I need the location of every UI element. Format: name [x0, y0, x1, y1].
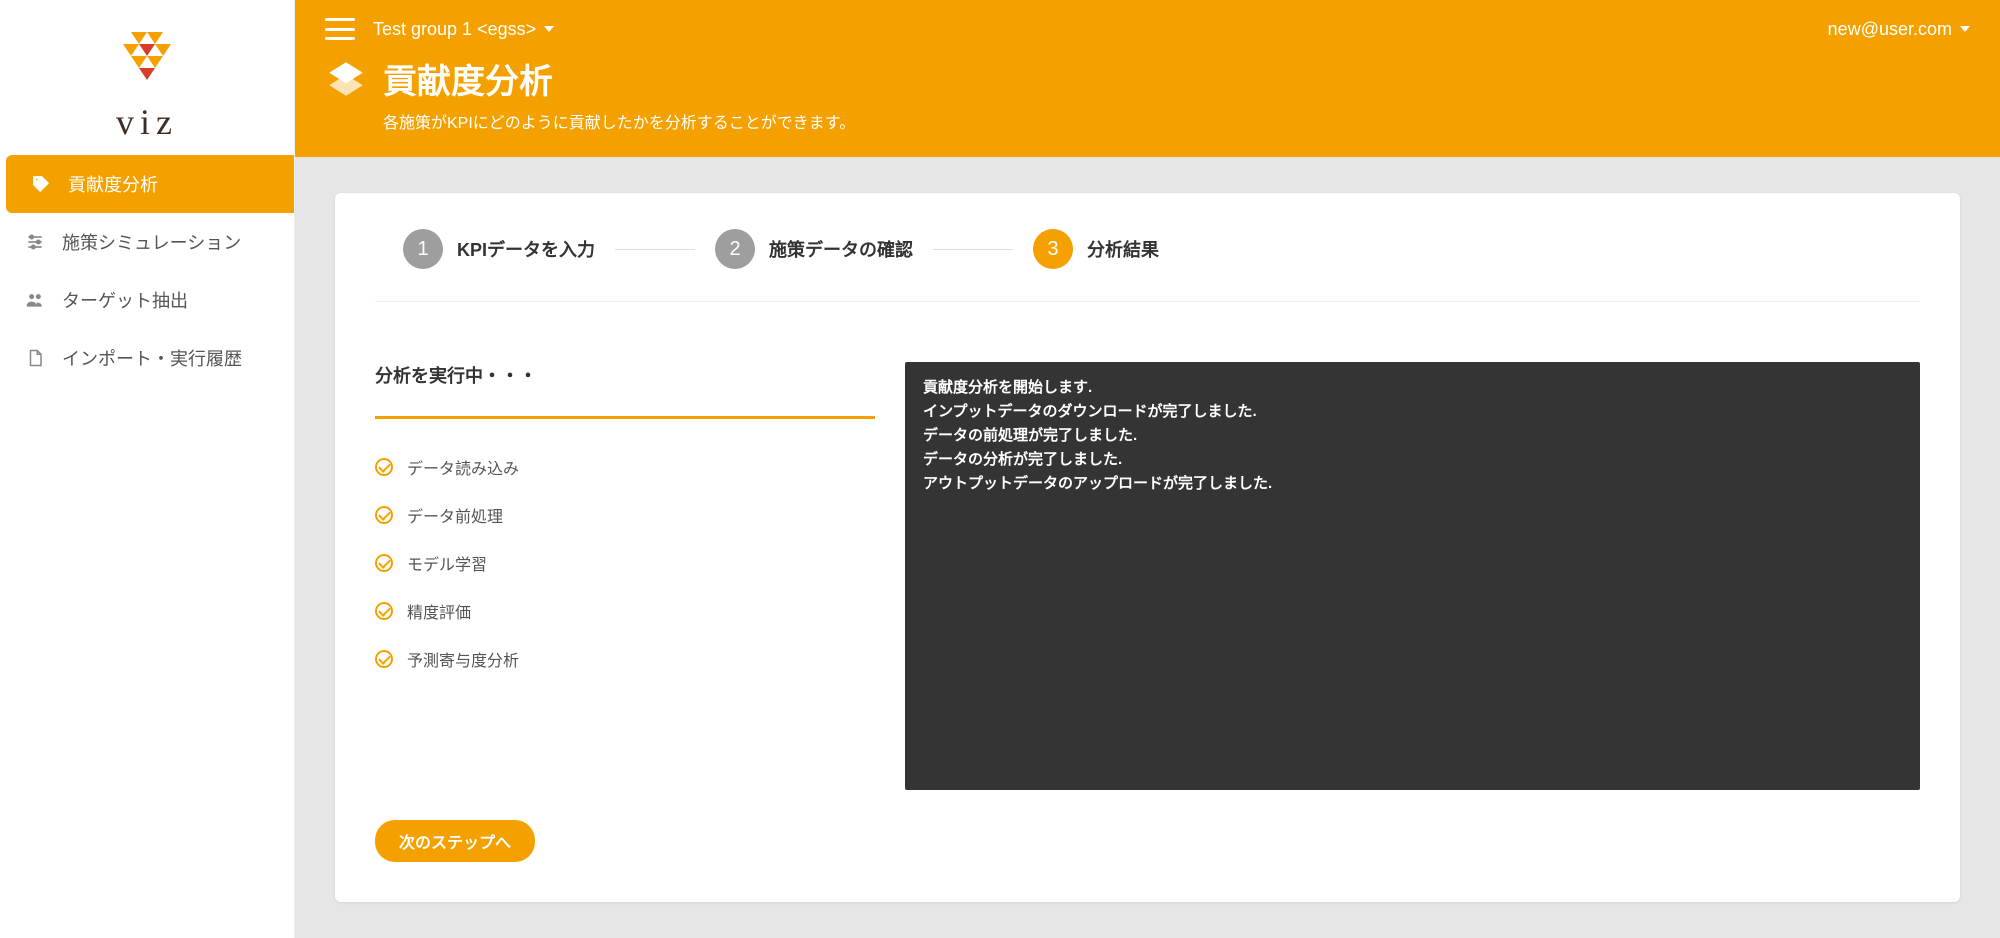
stepper: 1 KPIデータを入力 2 施策データの確認 3 分析結果 [375, 223, 1920, 302]
progress-step: 精度評価 [375, 587, 875, 635]
step-label: KPIデータを入力 [457, 236, 595, 262]
progress-step-list: データ読み込み データ前処理 モデル学習 精度評価 予測寄与度分析 [375, 443, 875, 683]
brand-name: viz [0, 101, 294, 143]
progress-step-label: 精度評価 [407, 599, 471, 623]
group-selector[interactable]: Test group 1 <egss> [373, 19, 554, 40]
viz-logo-icon [115, 24, 179, 88]
sidebar-item-label: 施策シミュレーション [62, 229, 241, 255]
progress-step-label: データ読み込み [407, 455, 519, 479]
console-line: データの分析が完了しました. [923, 448, 1902, 472]
progress-bar [375, 416, 875, 419]
step-1[interactable]: 1 KPIデータを入力 [403, 229, 595, 269]
step-connector [615, 249, 695, 250]
sidebar-item-contribution[interactable]: 貢献度分析 [6, 155, 294, 213]
console-line: 貢献度分析を開始します. [923, 376, 1902, 400]
step-number: 3 [1033, 229, 1073, 269]
progress-title: 分析を実行中・・・ [375, 362, 875, 388]
check-icon [375, 458, 393, 476]
check-icon [375, 506, 393, 524]
step-label: 分析結果 [1087, 236, 1159, 262]
sidebar-item-label: インポート・実行履歴 [62, 345, 242, 371]
console-line: データの前処理が完了しました. [923, 424, 1902, 448]
console-line: アウトプットデータのアップロードが完了しました. [923, 472, 1902, 496]
page-title: 貢献度分析 [383, 54, 553, 103]
tag-icon [30, 173, 52, 195]
step-connector [933, 249, 1013, 250]
sidebar-item-label: 貢献度分析 [68, 171, 158, 197]
progress-step: モデル学習 [375, 539, 875, 587]
progress-step-label: 予測寄与度分析 [407, 647, 519, 671]
console-line: インプットデータのダウンロードが完了しました. [923, 400, 1902, 424]
progress-step: データ読み込み [375, 443, 875, 491]
page-header: Test group 1 <egss> new@user.com 貢献度分析 [295, 0, 2000, 157]
step-3[interactable]: 3 分析結果 [1033, 229, 1159, 269]
step-2[interactable]: 2 施策データの確認 [715, 229, 913, 269]
progress-step-label: モデル学習 [407, 551, 487, 575]
sidebar-item-import-history[interactable]: インポート・実行履歴 [0, 329, 294, 387]
next-step-button[interactable]: 次のステップへ [375, 820, 535, 862]
caret-down-icon [1960, 26, 1970, 32]
sliders-icon [24, 231, 46, 253]
brand-logo: viz [0, 0, 294, 155]
user-email: new@user.com [1828, 19, 1952, 40]
document-icon [24, 347, 46, 369]
group-name: Test group 1 <egss> [373, 19, 536, 40]
step-number: 2 [715, 229, 755, 269]
sidebar-item-target[interactable]: ターゲット抽出 [0, 271, 294, 329]
content-card: 1 KPIデータを入力 2 施策データの確認 3 分析結果 分析を実行中・・・ [335, 193, 1960, 902]
console-output: 貢献度分析を開始します. インプットデータのダウンロードが完了しました. データ… [905, 362, 1920, 790]
check-icon [375, 650, 393, 668]
step-number: 1 [403, 229, 443, 269]
caret-down-icon [544, 26, 554, 32]
progress-step-label: データ前処理 [407, 503, 503, 527]
sidebar: viz 貢献度分析 施策シミュレーション ターゲット抽出 インポート・実行履歴 [0, 0, 295, 938]
progress-step: データ前処理 [375, 491, 875, 539]
sidebar-item-simulation[interactable]: 施策シミュレーション [0, 213, 294, 271]
check-icon [375, 602, 393, 620]
user-menu[interactable]: new@user.com [1828, 19, 1970, 40]
step-label: 施策データの確認 [769, 236, 913, 262]
page-subtitle: 各施策がKPIにどのように貢献したかを分析することができます。 [383, 109, 1970, 133]
sidebar-item-label: ターゲット抽出 [62, 287, 188, 313]
check-icon [375, 554, 393, 572]
progress-step: 予測寄与度分析 [375, 635, 875, 683]
menu-toggle[interactable] [325, 18, 355, 40]
layers-icon [325, 58, 367, 100]
users-icon [24, 289, 46, 311]
